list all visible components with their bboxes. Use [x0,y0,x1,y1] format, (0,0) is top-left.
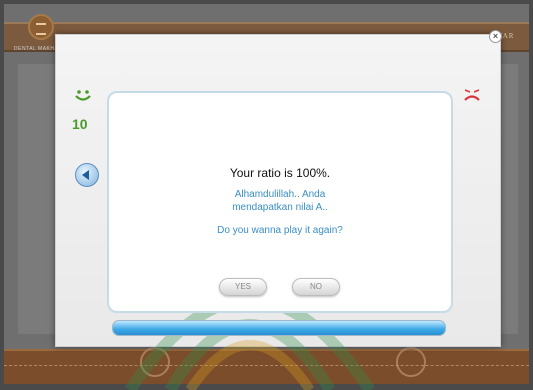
progress-fill [113,321,445,335]
sad-icon [464,89,480,101]
ratio-text: Your ratio is 100%. [229,166,331,180]
no-button[interactable]: NO [292,278,340,296]
bottom-dashed-line [4,365,529,366]
progress-bar [112,320,446,336]
back-button[interactable] [75,163,99,187]
ornament-left [140,347,170,377]
close-icon: × [492,31,499,41]
play-again-prompt: Do you wanna play it again? [217,225,343,236]
result-message: Alhamdulillah.. Anda mendapatkan nilai A… [232,189,328,213]
score-value: 10 [72,116,88,132]
close-button[interactable]: × [489,30,502,43]
bottom-banner [4,349,529,384]
yes-button[interactable]: YES [219,278,267,296]
ornament-right [396,347,426,377]
smile-icon [75,90,91,101]
app-logo [28,14,54,40]
